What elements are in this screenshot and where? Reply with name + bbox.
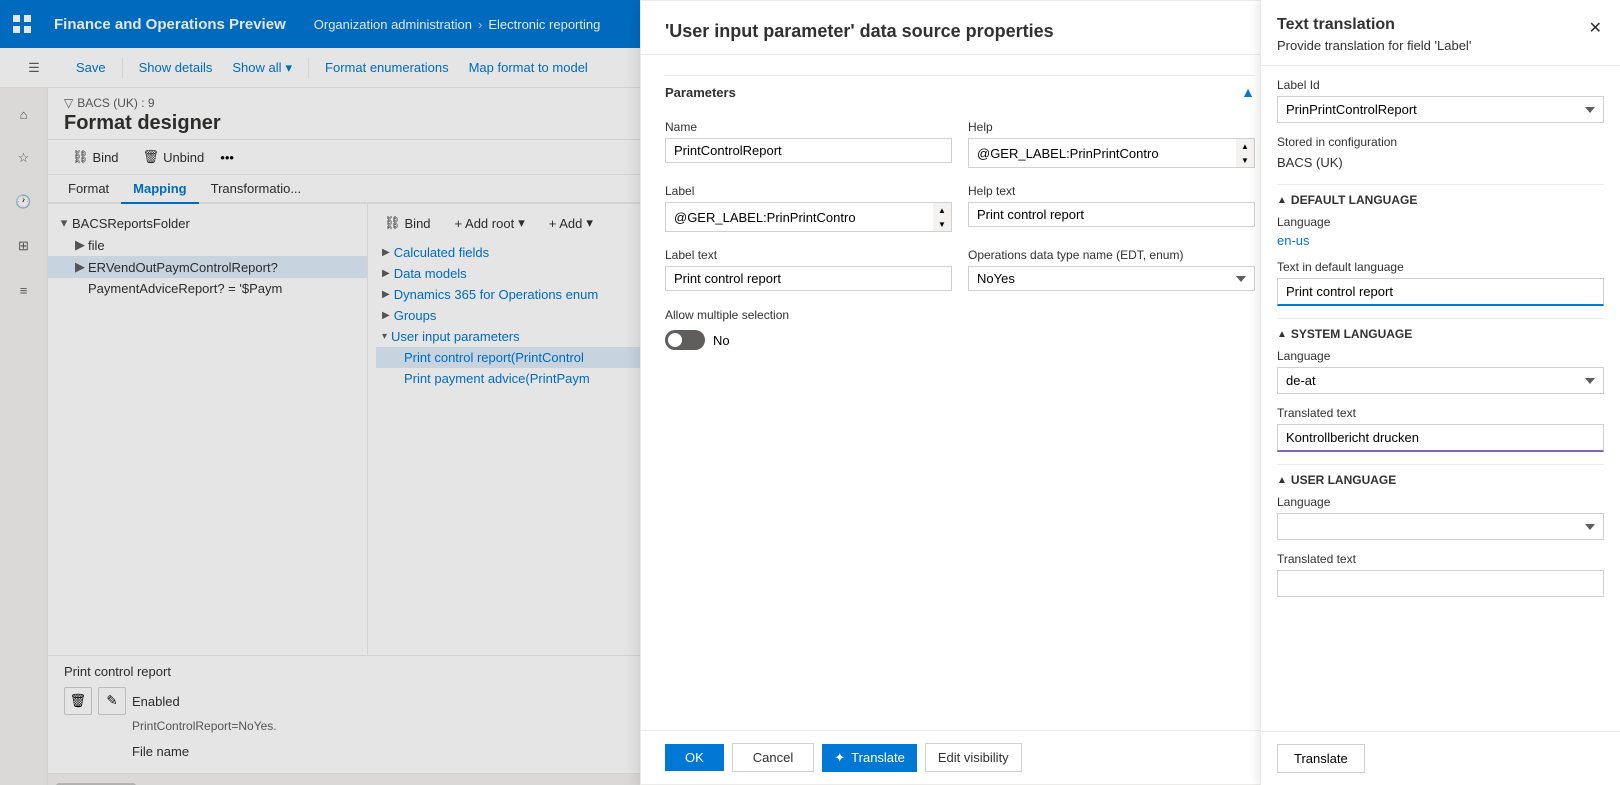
rp-user-translated-label: Translated text [1277,552,1604,566]
help-input[interactable] [968,138,1236,168]
form-group-help: Help ▲ ▼ [968,120,1255,168]
ok-button[interactable]: OK [665,744,724,771]
rp-system-lang-section: ▲ SYSTEM LANGUAGE [1277,327,1604,341]
helptext-field-label: Help text [968,184,1255,198]
form-group-label: Label ▲ ▼ [665,184,952,232]
rp-divider1 [1277,184,1604,185]
right-panel-title: Text translation [1277,16,1471,34]
toggle-thumb [668,333,682,347]
rp-user-lang-select[interactable] [1277,513,1604,540]
rp-label-id-group: Label Id PrinPrintControlReport [1277,78,1604,123]
rp-user-lang-section: ▲ USER LANGUAGE [1277,473,1604,487]
rp-stored-group: Stored in configuration BACS (UK) [1277,135,1604,172]
rp-system-translated-label: Translated text [1277,406,1604,420]
rp-text-default-group: Text in default language [1277,260,1604,306]
rp-stored-label: Stored in configuration [1277,135,1604,149]
rp-text-default-input[interactable] [1277,278,1604,306]
rp-default-lang-section: ▲ DEFAULT LANGUAGE [1277,193,1604,207]
rp-system-arrow-icon: ▲ [1277,329,1287,340]
translate-icon: ✦ [834,750,845,766]
help-arrow-down[interactable]: ▼ [1236,153,1254,167]
rp-user-translated-group: Translated text [1277,552,1604,597]
right-panel-subtitle: Provide translation for field 'Label' [1277,38,1471,53]
translate-button[interactable]: ✦ Translate [822,744,917,772]
right-panel-body: Label Id PrinPrintControlReport Stored i… [1261,66,1620,731]
labeltext-input[interactable] [665,266,952,291]
right-panel: Text translation Provide translation for… [1260,0,1620,785]
cancel-button[interactable]: Cancel [732,743,814,772]
form-group-name: Name [665,120,952,168]
modal-dialog: 'User input parameter' data source prope… [640,0,1280,785]
rp-system-translated-group: Translated text [1277,406,1604,452]
help-field-label: Help [968,120,1255,134]
rp-default-lang-value[interactable]: en-us [1277,233,1604,248]
modal-header: 'User input parameter' data source prope… [641,1,1279,55]
allow-multiple-value: No [713,333,730,348]
operations-field-label: Operations data type name (EDT, enum) [968,248,1255,262]
rp-text-default-label: Text in default language [1277,260,1604,274]
form-group-labeltext: Label text [665,248,952,291]
right-panel-footer: Translate [1261,731,1620,785]
toggle-row: No [665,330,1255,350]
rp-system-lang-select-container: de-at [1277,367,1604,394]
help-arrow-up[interactable]: ▲ [1236,139,1254,153]
close-button[interactable]: ✕ [1587,16,1604,40]
name-input[interactable] [665,138,952,163]
form-row-label-helptext: Label ▲ ▼ Help text [665,184,1255,232]
rp-stored-value: BACS (UK) [1277,153,1604,172]
rp-label-id-select-container: PrinPrintControlReport [1277,96,1604,123]
help-input-wrapper: ▲ ▼ [968,138,1255,168]
labeltext-field-label: Label text [665,248,952,262]
label-input[interactable] [665,202,933,232]
rp-user-lang-select-container [1277,513,1604,540]
rp-user-lang-label: Language [1277,495,1604,509]
label-input-wrapper: ▲ ▼ [665,202,952,232]
rp-label-id-label: Label Id [1277,78,1604,92]
rp-system-lang-select[interactable]: de-at [1277,367,1604,394]
operations-select-wrapper: NoYes [968,266,1255,291]
modal-footer: OK Cancel ✦ Translate Edit visibility [641,730,1279,784]
allow-multiple-toggle[interactable] [665,330,705,350]
helptext-input[interactable] [968,202,1255,227]
modal-title: 'User input parameter' data source prope… [665,21,1255,42]
edit-visibility-button[interactable]: Edit visibility [925,743,1022,772]
rp-default-lang-group: Language en-us [1277,215,1604,248]
rp-default-lang-label: Language [1277,215,1604,229]
rp-system-translated-input[interactable] [1277,424,1604,452]
form-row-name-help: Name Help ▲ ▼ [665,120,1255,168]
right-panel-header: Text translation Provide translation for… [1261,0,1620,66]
form-row-labeltext-ops: Label text Operations data type name (ED… [665,248,1255,291]
rp-translate-button[interactable]: Translate [1277,744,1365,773]
allow-multiple-label: Allow multiple selection [665,308,789,322]
label-arrow-down[interactable]: ▼ [933,217,951,231]
rp-system-lang-label: Language [1277,349,1604,363]
right-panel-header-text: Text translation Provide translation for… [1277,16,1471,53]
rp-user-translated-input[interactable] [1277,570,1604,597]
label-field-label: Label [665,184,952,198]
label-arrows: ▲ ▼ [933,202,952,232]
modal-body: Parameters ▲ Name Help ▲ ▼ La [641,55,1279,730]
name-field-label: Name [665,120,952,134]
rp-default-arrow-icon: ▲ [1277,195,1287,206]
rp-label-id-select[interactable]: PrinPrintControlReport [1277,96,1604,123]
rp-system-lang-group: Language de-at [1277,349,1604,394]
rp-divider2 [1277,318,1604,319]
parameters-section-header: Parameters ▲ [665,75,1255,108]
rp-user-arrow-icon: ▲ [1277,475,1287,486]
form-group-operations: Operations data type name (EDT, enum) No… [968,248,1255,291]
rp-divider3 [1277,464,1604,465]
label-arrow-up[interactable]: ▲ [933,203,951,217]
form-group-helptext: Help text [968,184,1255,232]
allow-multiple-section: Allow multiple selection No [665,307,1255,350]
help-arrows: ▲ ▼ [1236,138,1255,168]
rp-user-lang-group: Language [1277,495,1604,540]
operations-select[interactable]: NoYes [968,266,1255,291]
parameters-collapse-icon[interactable]: ▲ [1241,84,1255,100]
parameters-section-title: Parameters [665,85,736,100]
